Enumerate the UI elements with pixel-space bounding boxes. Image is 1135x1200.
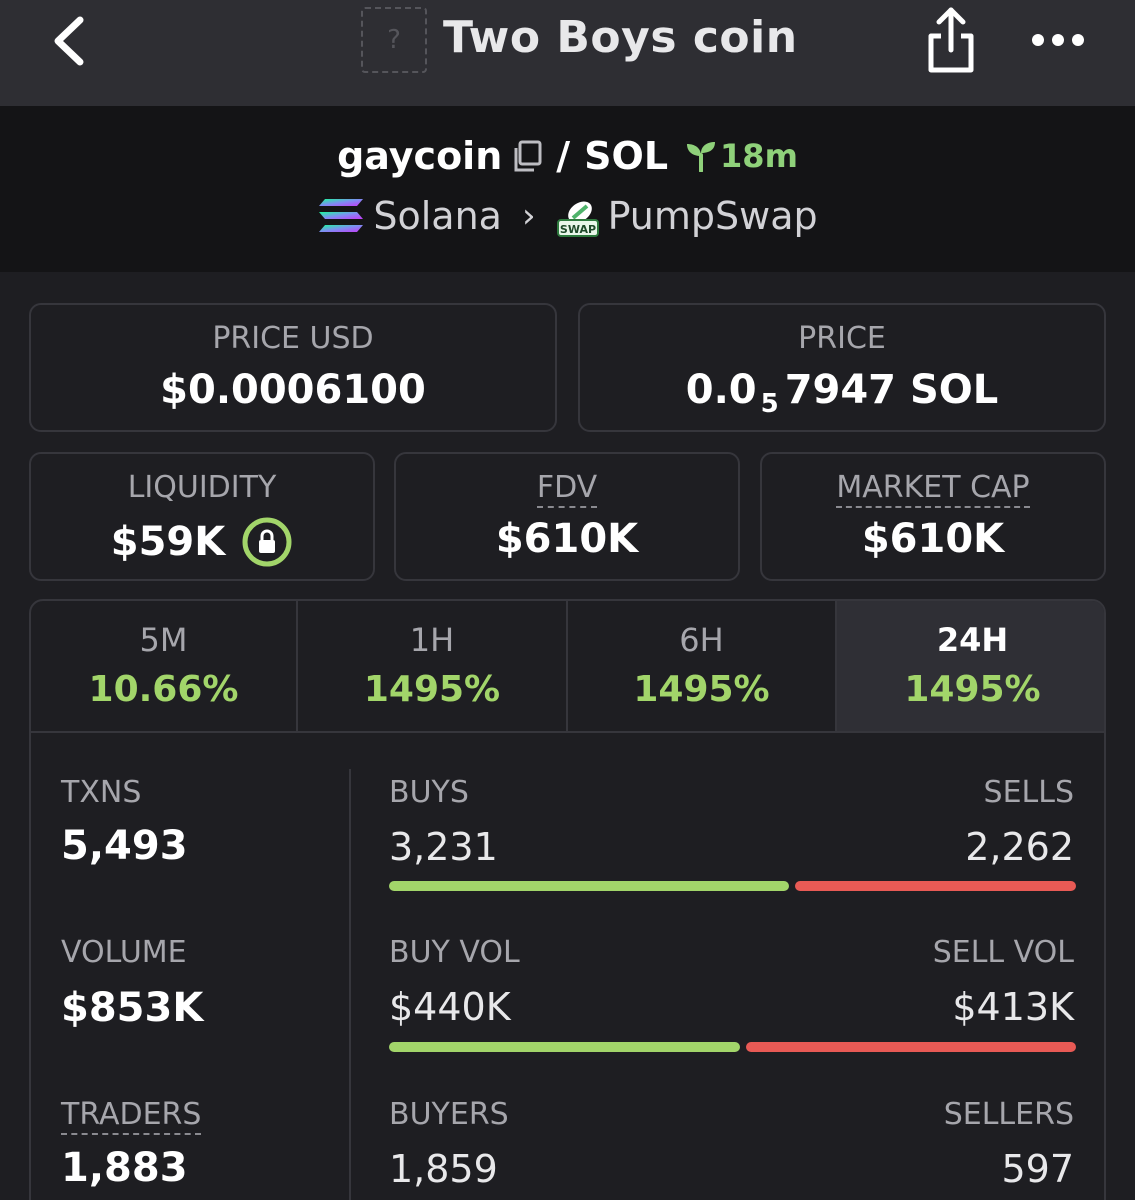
dex-name-link[interactable]: PumpSwap [608,194,818,238]
buys-label: BUYS [389,775,469,810]
tab-24h[interactable]: 24H 1495% [837,601,1104,731]
price-native-prefix: 0.0 [685,367,757,413]
quote-token-symbol: SOL [584,134,669,178]
sell-vol-bar [746,1042,1076,1052]
tab-1h[interactable]: 1H 1495% [298,601,568,731]
tab-5m[interactable]: 5M 10.66% [31,601,298,731]
fdv-card: FDV $610K [394,452,740,581]
tab-6h[interactable]: 6H 1495% [568,601,837,731]
page-title: Two Boys coin [443,12,798,63]
sells-label: SELLS [983,775,1074,810]
liquidity-value-row: $59K [31,516,373,568]
base-token-symbol: gaycoin [337,134,503,178]
price-usd-label: PRICE USD [212,321,374,356]
tab-change-value: 1495% [363,669,501,710]
price-usd-value: $0.0006100 [160,367,426,413]
fdv-value: $610K [495,516,639,562]
sells-value: 2,262 [965,825,1074,869]
sell-vol-label: SELL VOL [932,935,1074,970]
metrics-divider [349,769,351,1200]
liquidity-card: LIQUIDITY $59K [29,452,375,581]
fdv-label-wrap: FDV [396,470,738,508]
txns-label: TXNS [61,775,142,810]
pair-age-value: 18m [720,137,798,175]
tab-label: 1H [409,621,455,659]
sells-bar [795,881,1076,891]
sprout-icon [687,142,716,172]
timeframe-panel: 5M 10.66% 1H 1495% 6H 1495% 24H 1495% TX… [29,599,1106,1200]
market-cap-value: $610K [861,516,1005,562]
timeframe-tabs: 5M 10.66% 1H 1495% 6H 1495% 24H 1495% [31,601,1104,733]
dex-badge-text: SWAP [559,223,595,236]
share-button[interactable] [923,6,979,74]
sellers-value: 597 [1001,1147,1074,1191]
buys-value: 3,231 [389,825,498,869]
chain-breadcrumb: Solana › SWAP PumpSwap [0,194,1135,238]
price-native-label: PRICE [798,321,886,356]
price-native-zero-count: 5 [760,389,779,419]
breadcrumb-chevron-icon: › [521,196,536,236]
market-cap-label-wrap: MARKET CAP [762,470,1104,508]
buyers-label: BUYERS [389,1097,509,1132]
pair-separator: / [556,134,571,178]
traders-label[interactable]: TRADERS [61,1097,202,1135]
copy-icon[interactable] [510,139,544,173]
share-icon [928,7,974,73]
txns-value: 5,493 [61,823,188,869]
sell-vol-value: $413K [952,985,1074,1029]
token-image-placeholder: ? [361,7,427,73]
tab-change-value: 1495% [633,669,770,710]
pair-line: gaycoin / SOL 18m [0,134,1135,178]
more-dots-icon [1032,34,1084,46]
buy-vol-bar [389,1042,740,1052]
pair-header: gaycoin / SOL 18m Solana › SWAP PumpSwap [0,106,1135,272]
market-cap-card: MARKET CAP $610K [760,452,1106,581]
buy-vol-label: BUY VOL [389,935,520,970]
tab-change-value: 10.66% [88,669,239,710]
market-cap-label[interactable]: MARKET CAP [836,470,1030,508]
tab-label: 6H [679,621,724,659]
liquidity-value: $59K [110,519,226,565]
chain-name-link[interactable]: Solana [373,194,502,238]
volume-label: VOLUME [61,935,187,970]
solana-logo-icon [319,199,364,232]
tab-label: 5M [139,621,188,659]
buy-vol-value: $440K [389,985,511,1029]
pumpswap-logo-icon: SWAP [556,201,599,237]
fdv-label[interactable]: FDV [536,470,598,508]
tab-change-value: 1495% [904,669,1041,710]
sellers-label: SELLERS [943,1097,1074,1132]
liquidity-label: LIQUIDITY [127,470,277,505]
tab-label: 24H [936,621,1009,659]
price-native-suffix: 7947 SOL [784,367,999,413]
buys-bar [389,881,789,891]
traders-label-wrap: TRADERS [61,1097,202,1135]
buyers-value: 1,859 [389,1147,498,1191]
traders-value: 1,883 [61,1145,188,1191]
chevron-left-icon [54,16,84,66]
liquidity-lock-icon[interactable] [241,516,293,568]
pair-age: 18m [684,137,798,175]
price-native-card: PRICE 0.0 5 7947 SOL [578,303,1106,432]
price-native-value: 0.0 5 7947 SOL [580,367,1104,419]
volume-value: $853K [61,985,204,1031]
top-bar: ? Two Boys coin [0,0,1135,106]
more-options-button[interactable] [1030,22,1086,58]
back-button[interactable] [48,14,92,68]
price-usd-card: PRICE USD $0.0006100 [29,303,557,432]
